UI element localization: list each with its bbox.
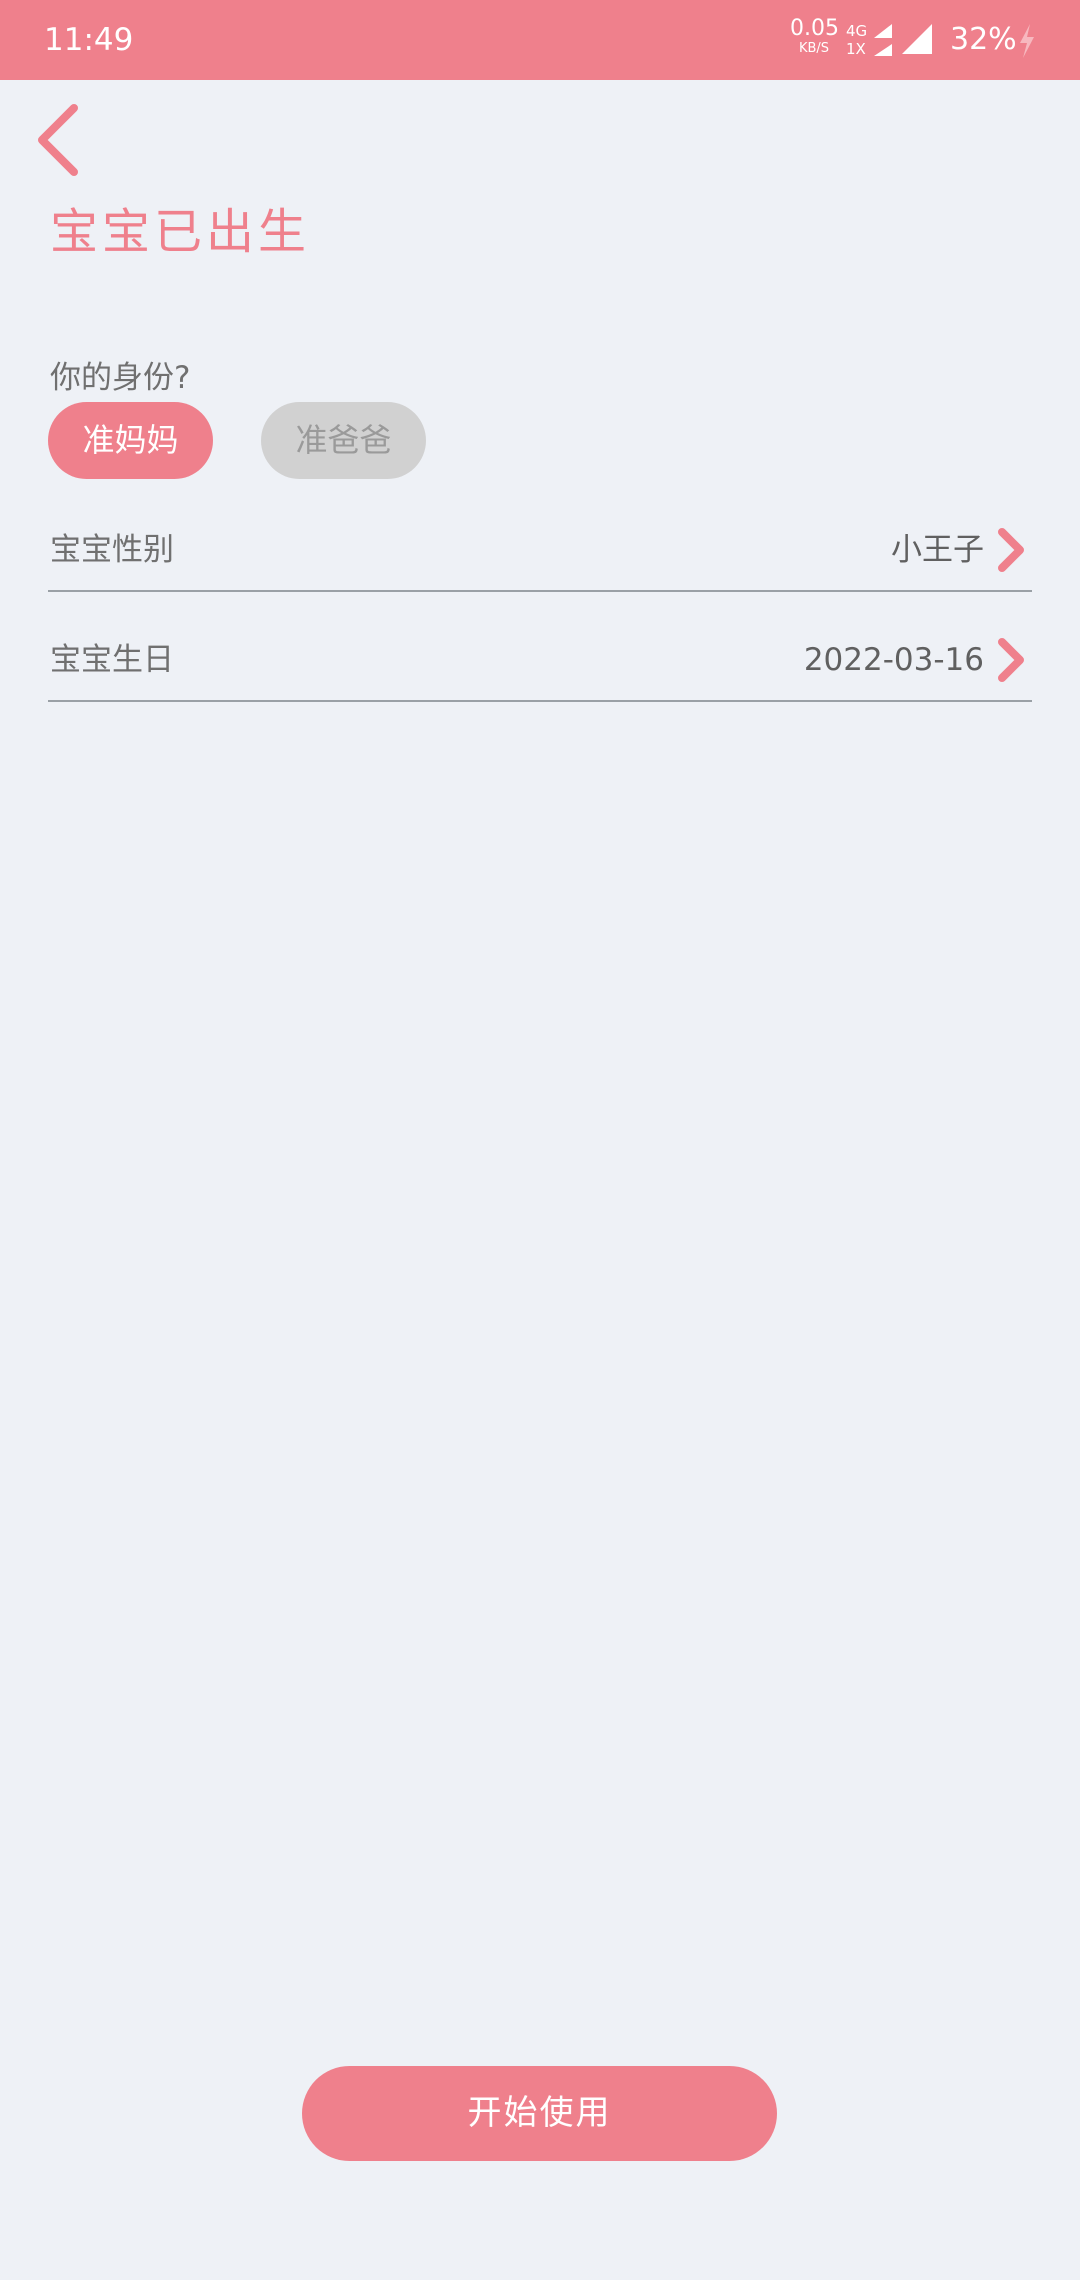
identity-option-dad-button[interactable]: 准爸爸 bbox=[261, 402, 426, 479]
status-bar: 11:49 0.05 KB/S 4G 1X 32% bbox=[0, 0, 1080, 80]
battery-percent: 32% bbox=[950, 22, 1017, 57]
network-speed: 0.05 KB/S bbox=[790, 16, 839, 56]
identity-label: 你的身份? bbox=[50, 360, 191, 396]
baby-gender-value: 小王子 bbox=[891, 532, 984, 568]
dual-signal-icon bbox=[874, 24, 892, 56]
chevron-left-icon bbox=[38, 104, 78, 176]
network-speed-unit: KB/S bbox=[798, 41, 830, 56]
chevron-right-icon bbox=[998, 528, 1024, 572]
identity-option-mom-button[interactable]: 准妈妈 bbox=[48, 402, 213, 479]
charging-bolt-icon bbox=[1020, 24, 1034, 58]
page-title: 宝宝已出生 bbox=[50, 204, 311, 260]
baby-birthday-value: 2022-03-16 bbox=[803, 642, 984, 678]
network-speed-value: 0.05 bbox=[790, 16, 839, 41]
status-time: 11:49 bbox=[44, 22, 134, 58]
back-button[interactable] bbox=[30, 100, 90, 180]
baby-gender-label: 宝宝性别 bbox=[50, 532, 174, 568]
chevron-right-icon bbox=[998, 638, 1024, 682]
signal-icon bbox=[902, 24, 932, 54]
start-button[interactable]: 开始使用 bbox=[302, 2066, 777, 2161]
baby-birthday-row[interactable]: 宝宝生日 2022-03-16 bbox=[48, 620, 1032, 702]
baby-birthday-label: 宝宝生日 bbox=[50, 642, 174, 678]
baby-gender-row[interactable]: 宝宝性别 小王子 bbox=[48, 510, 1032, 592]
